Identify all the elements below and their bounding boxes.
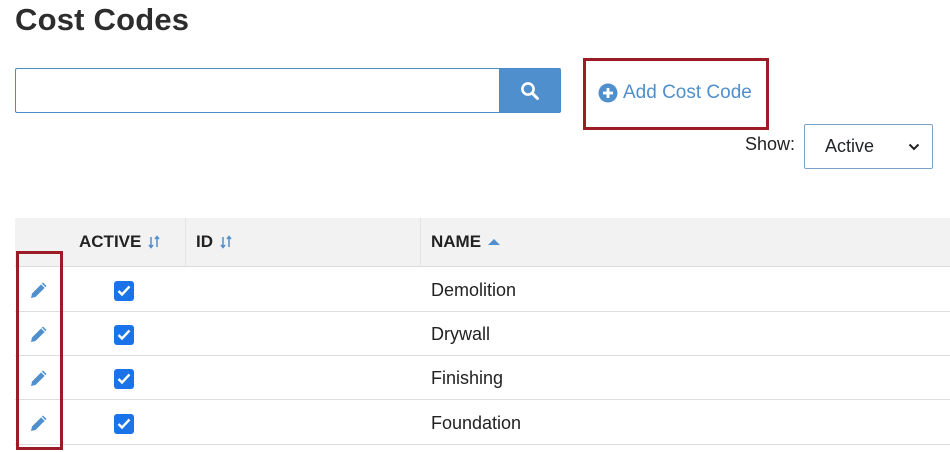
cost-code-name: Demolition bbox=[431, 280, 517, 300]
add-cost-code-label: Add Cost Code bbox=[623, 82, 752, 103]
column-header-label: ID bbox=[196, 232, 213, 251]
column-divider bbox=[420, 218, 421, 266]
cost-code-name: Finishing bbox=[431, 368, 504, 388]
show-filter-select[interactable]: Active bbox=[804, 124, 933, 169]
active-checkbox[interactable] bbox=[114, 325, 134, 345]
column-header-id[interactable]: ID bbox=[196, 218, 233, 266]
cost-code-name: Drywall bbox=[431, 324, 491, 344]
active-checkbox[interactable] bbox=[114, 281, 134, 301]
chevron-down-icon bbox=[908, 143, 920, 150]
sort-toggle-icon bbox=[220, 235, 232, 249]
column-header-active[interactable]: ACTIVE bbox=[79, 218, 161, 266]
active-checkbox[interactable] bbox=[114, 369, 134, 389]
checkmark-icon bbox=[117, 418, 131, 430]
page-title: Cost Codes bbox=[15, 2, 190, 37]
table-row: Demolition bbox=[15, 268, 950, 312]
column-header-label: NAME bbox=[431, 232, 482, 251]
column-header-name[interactable]: NAME bbox=[431, 218, 501, 266]
search-button[interactable] bbox=[499, 68, 561, 113]
column-divider bbox=[185, 218, 186, 266]
search-icon bbox=[521, 81, 539, 100]
table-row: Foundation bbox=[15, 401, 950, 445]
add-cost-code-link[interactable]: Add Cost Code bbox=[598, 80, 752, 106]
edit-column-highlight bbox=[16, 251, 63, 450]
checkmark-icon bbox=[117, 329, 131, 341]
show-filter-value: Active bbox=[825, 136, 875, 156]
table-row: Drywall bbox=[15, 312, 950, 356]
active-checkbox[interactable] bbox=[114, 414, 134, 434]
sort-ascending-icon bbox=[488, 239, 501, 245]
show-filter-label: Show: bbox=[745, 134, 796, 154]
search-input[interactable] bbox=[15, 68, 500, 113]
table-header: ACTIVE ID NAME bbox=[15, 218, 950, 267]
cost-code-name: Foundation bbox=[431, 413, 522, 433]
sort-toggle-icon bbox=[148, 235, 160, 249]
checkmark-icon bbox=[117, 285, 131, 297]
plus-circle-icon bbox=[598, 83, 618, 103]
checkmark-icon bbox=[117, 373, 131, 385]
column-header-label: ACTIVE bbox=[79, 232, 142, 251]
table-row: Finishing bbox=[15, 356, 950, 400]
